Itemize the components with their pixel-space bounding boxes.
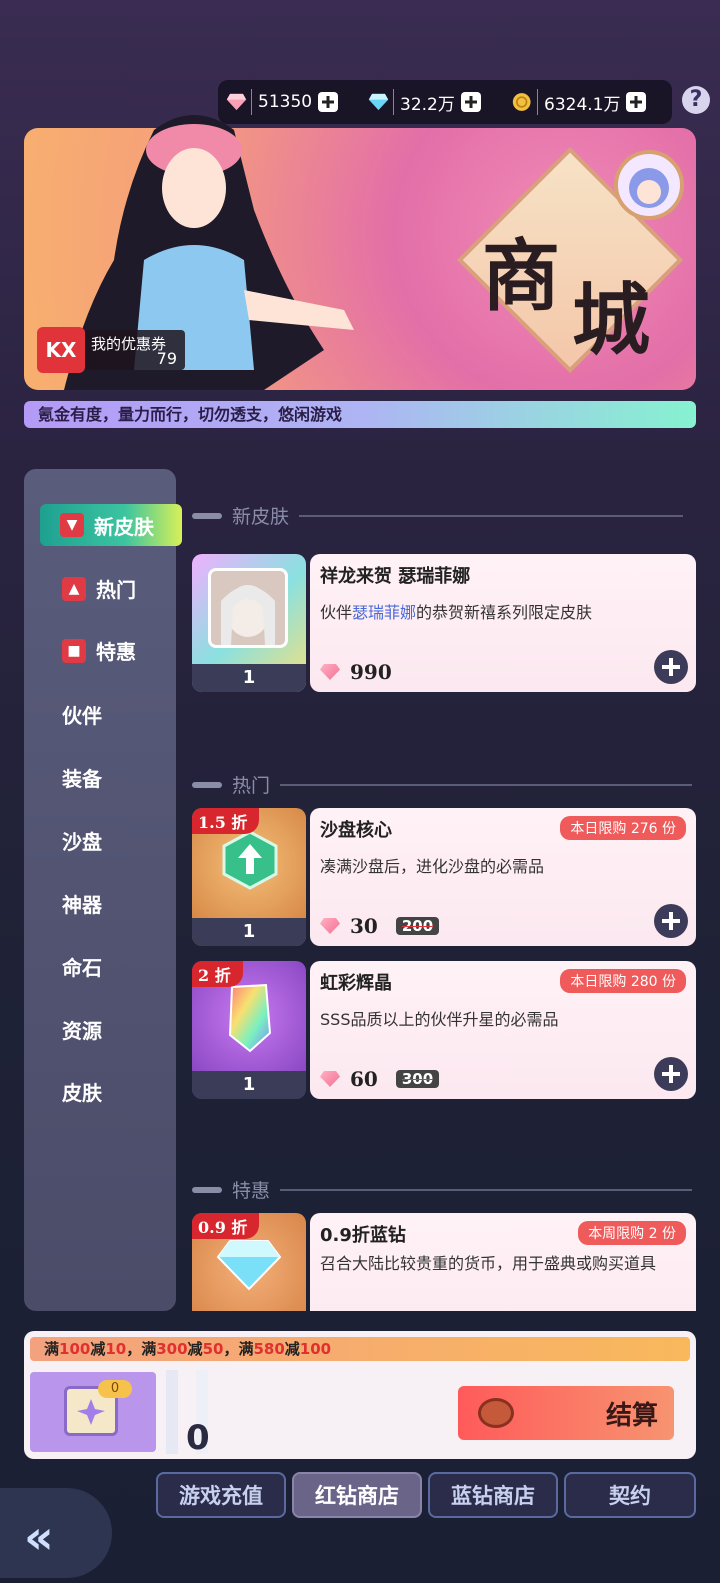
currency-gold-coin: 6324.1万 [512,86,647,118]
partner-link[interactable]: 瑟瑞菲娜 [352,603,416,622]
total-amount: 0 [186,1418,210,1458]
sidebar-item-hot[interactable]: ▲ 热门 [62,574,136,603]
product-count: 1 [192,918,306,946]
product-thumb-blue-diamond[interactable]: 0.9 折 [192,1213,306,1311]
banner-title-shang: 商 [482,231,563,322]
product-name: 0.9折蓝钻 [320,1225,406,1246]
my-coupons-button[interactable]: KX 我的优惠券 79 [37,327,192,373]
sidebar-item-resources[interactable]: 资源 [62,1015,102,1044]
add-to-cart-button[interactable] [654,1057,688,1091]
coupon-label: 我的优惠券 [91,335,167,353]
checkout-button[interactable]: 结算 [458,1386,674,1440]
flame-icon: ▲ [62,576,86,601]
product-card-rainbow-crystal[interactable]: 虹彩辉晶 本日限购 280 份 SSS品质以上的伙伴升星的必需品 60 300 [310,961,696,1099]
rainbow-crystal-icon [228,983,272,1053]
section-header-special: 特惠 [192,1176,693,1203]
product-desc: SSS品质以上的伙伴升星的必需品 [320,1010,559,1029]
red-diamond-icon [320,1071,340,1087]
product-desc: 凑满沙盘后，进化沙盘的必需品 [320,857,545,876]
add-blue-diamond-button[interactable] [460,92,481,112]
help-button[interactable]: ? [682,86,710,114]
coupon-count: 79 [156,349,177,368]
back-button[interactable]: « [0,1488,112,1578]
section-header-hot: 热门 [192,771,693,798]
product-price: 30 [350,914,378,938]
original-price: 300 [395,1070,440,1088]
original-price: 200 [395,917,440,935]
product-desc: 召合大陆比较贵重的货币，用于盛典或购买道具 [320,1254,657,1273]
sidebar-item-new-skin[interactable]: ▼ 新皮肤 [40,504,182,546]
tab-game-recharge[interactable]: 游戏充值 [156,1472,286,1518]
discount-badge: 1.5 折 [192,808,260,834]
product-count: 1 [192,664,306,692]
tab-blue-diamond-shop[interactable]: 蓝钻商店 [428,1472,558,1518]
gold-coin-value: 6324.1万 [544,94,621,115]
tab-contract[interactable]: 契约 [564,1472,696,1518]
product-price: 60 [350,1067,378,1091]
special-list-clip: 0.9 折 0.9折蓝钻 本周限购 2 份 召合大陆比较贵重的货币，用于盛典或购… [192,1213,696,1311]
section-header-new-skin: 新皮肤 [192,502,684,529]
coin-stack-icon [478,1398,514,1428]
tab-red-diamond-shop[interactable]: 红钻商店 [292,1472,422,1518]
discount-badge: 0.9 折 [192,1213,260,1239]
add-to-cart-button[interactable] [654,904,688,938]
sidebar-item-label: 热门 [96,578,136,602]
purchase-limit-badge: 本周限购 2 份 [578,1221,686,1245]
product-card-blue-diamond[interactable]: 0.9折蓝钻 本周限购 2 份 召合大陆比较贵重的货币，用于盛典或购买道具 [310,1213,696,1311]
product-count: 1 [192,1071,306,1099]
product-name: 虹彩辉晶 [320,973,392,994]
mascot-icon [629,168,669,208]
skin-portrait [208,568,288,648]
product-name: 祥龙来贺 瑟瑞菲娜 [320,566,471,587]
sidebar-item-artifact[interactable]: 神器 [62,889,102,918]
add-to-cart-button[interactable] [654,650,688,684]
sidebar-item-label: 新皮肤 [94,514,154,539]
product-desc: 伙伴瑟瑞菲娜的恭贺新禧系列限定皮肤 [320,603,593,622]
gold-coin-icon [512,89,538,115]
product-price: 990 [350,660,392,684]
banner-title-cheng: 城 [572,275,651,366]
sidebar-item-fate-stone[interactable]: 命石 [62,952,102,981]
red-diamond-icon [320,664,340,680]
sidebar-item-special[interactable]: ■ 特惠 [62,636,136,665]
product-thumb-rainbow-crystal[interactable]: 2 折 1 [192,961,306,1099]
discount-badge: 2 折 [192,961,243,987]
blue-diamond-value: 32.2万 [400,94,455,115]
sidebar-item-sandbox[interactable]: 沙盘 [62,826,102,855]
sidebar-item-equipment[interactable]: 装备 [62,763,102,792]
purchase-limit-badge: 本日限购 280 份 [560,969,686,993]
ticket-icon: ■ [62,638,86,663]
add-gold-coin-button[interactable] [626,92,647,112]
product-thumb-sandbox-core[interactable]: 1.5 折 1 [192,808,306,946]
spending-notice: 氪金有度，量力而行，切勿透支，悠闲游戏 [24,401,696,428]
avatar[interactable] [614,150,684,220]
product-card-sandbox-core[interactable]: 沙盘核心 本日限购 276 份 凑满沙盘后，进化沙盘的必需品 30 200 [310,808,696,946]
shirt-icon: ▼ [60,513,84,537]
sandbox-core-icon [222,830,278,890]
blue-diamond-icon [216,1240,282,1291]
product-card-skin[interactable]: 祥龙来贺 瑟瑞菲娜 伙伴瑟瑞菲娜的恭贺新禧系列限定皮肤 990 [310,554,696,692]
product-thumb-skin[interactable]: 1 [192,554,306,692]
sidebar-item-skins[interactable]: 皮肤 [62,1077,102,1106]
sidebar-item-partner[interactable]: 伙伴 [62,700,102,729]
back-arrow-icon: « [24,1510,54,1564]
product-name: 沙盘核心 [320,820,392,841]
cart-count-badge: 0 [98,1380,132,1398]
red-diamond-icon [320,918,340,934]
promo-banner: 满100减10，满300减50，满580减100 [30,1337,690,1361]
purchase-limit-badge: 本日限购 276 份 [560,816,686,840]
coupon-icon: KX [37,327,85,373]
sidebar-item-label: 特惠 [96,640,136,664]
